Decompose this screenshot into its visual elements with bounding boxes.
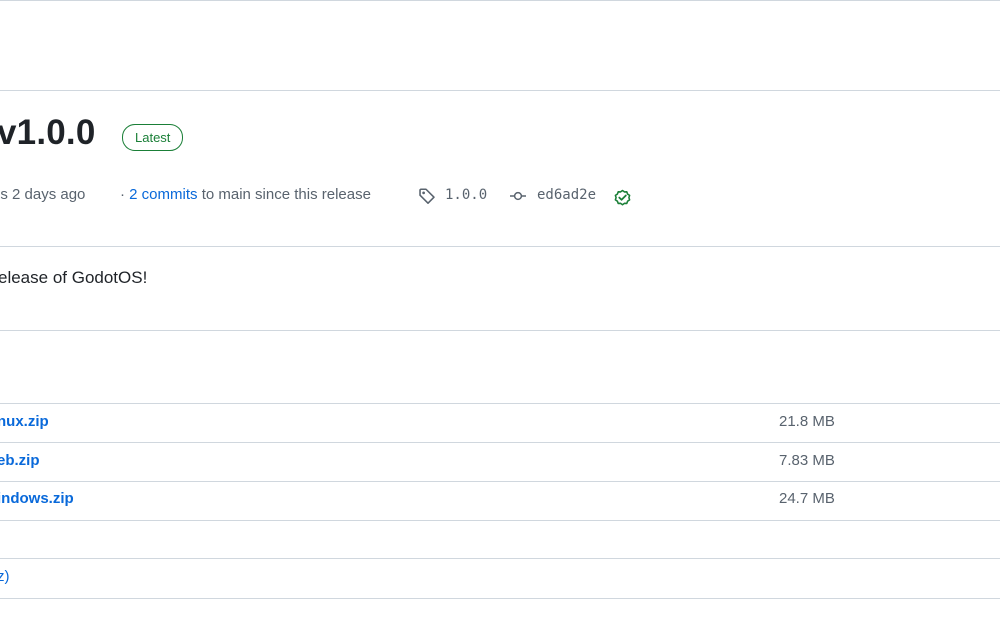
divider-description xyxy=(0,246,1000,247)
release-time: is 2 days ago xyxy=(0,186,86,203)
asset-row[interactable]: indows.zip 24.7 MB xyxy=(0,480,1000,518)
asset-name[interactable]: eb.zip xyxy=(0,451,40,471)
tag-icon xyxy=(419,188,435,204)
meta-separator: · xyxy=(120,186,125,203)
release-page: v1.0.0 Latest is 2 days ago · 2 commits … xyxy=(0,0,1000,625)
asset-size: 21.8 MB xyxy=(779,413,835,430)
asset-size: 7.83 MB xyxy=(779,452,835,469)
git-commit-icon xyxy=(510,191,526,201)
divider-assets xyxy=(0,330,1000,331)
source-code-link[interactable]: z) xyxy=(0,567,10,587)
divider-top xyxy=(0,0,1000,1)
commits-info: · 2 commits to main since this release xyxy=(120,185,371,205)
check-circle-icon[interactable] xyxy=(613,188,632,207)
asset-row[interactable]: eb.zip 7.83 MB xyxy=(0,442,1000,480)
release-description: elease of GodotOS! xyxy=(0,268,148,287)
asset-divider-3 xyxy=(0,520,1000,521)
tag-link[interactable]: 1.0.0 xyxy=(445,185,487,205)
release-title[interactable]: v1.0.0 xyxy=(0,111,96,155)
commit-link[interactable]: ed6ad2e xyxy=(537,185,596,205)
commits-link[interactable]: 2 commits xyxy=(129,186,197,203)
asset-divider-5 xyxy=(0,598,1000,599)
asset-size: 24.7 MB xyxy=(779,490,835,507)
commits-suffix: to main since this release xyxy=(201,186,371,203)
asset-row[interactable]: nux.zip 21.8 MB xyxy=(0,403,1000,441)
latest-badge: Latest xyxy=(122,124,184,151)
asset-name[interactable]: indows.zip xyxy=(0,489,74,509)
asset-name[interactable]: nux.zip xyxy=(0,412,49,432)
divider-header xyxy=(0,90,1000,91)
asset-divider-4 xyxy=(0,558,1000,559)
